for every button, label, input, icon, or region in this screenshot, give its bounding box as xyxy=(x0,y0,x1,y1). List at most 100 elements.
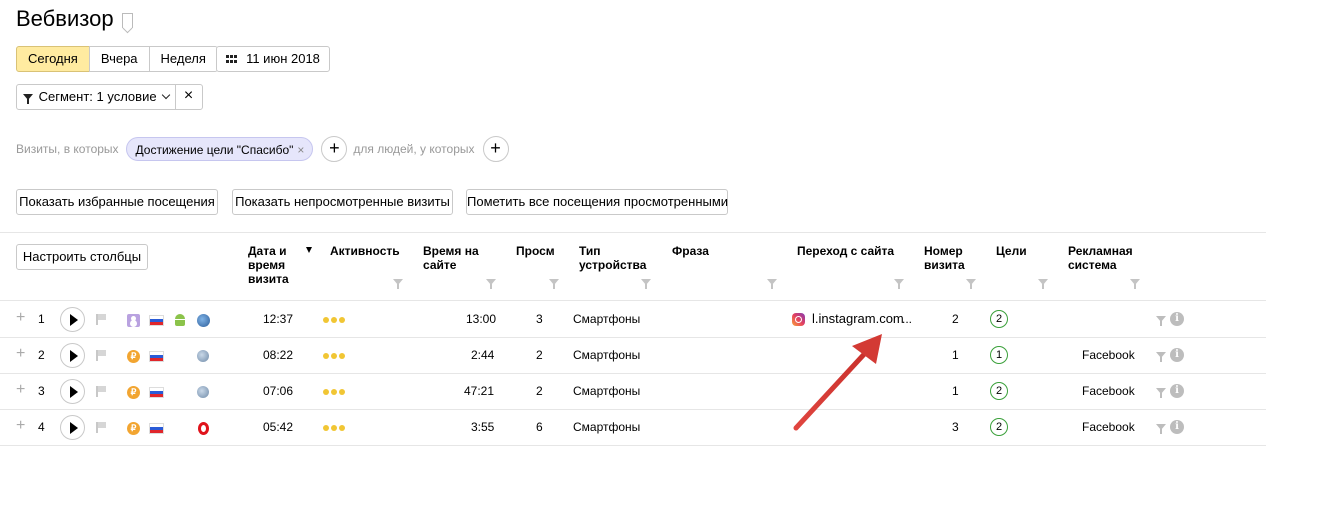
info-icon[interactable]: i xyxy=(1170,384,1184,398)
russia-flag-icon xyxy=(149,351,164,362)
time-on-site: 47:21 xyxy=(464,384,495,398)
filter-icon[interactable] xyxy=(1038,279,1048,289)
expand-icon[interactable]: + xyxy=(16,409,25,443)
conditions-row: Визиты, в которых Достижение цели "Спаси… xyxy=(16,136,509,162)
coin-icon: ₽ xyxy=(127,422,140,435)
expand-icon[interactable]: + xyxy=(16,301,25,335)
header-phrase[interactable]: Фраза xyxy=(672,244,709,258)
visit-number: 2 xyxy=(952,312,959,326)
time-on-site: 13:00 xyxy=(466,312,497,326)
filter-icon[interactable] xyxy=(1156,388,1166,398)
header-ad-system[interactable]: Рекламная система xyxy=(1068,244,1148,272)
activity-indicator xyxy=(323,425,351,431)
divider xyxy=(0,232,1266,233)
period-week-button[interactable]: Неделя xyxy=(148,46,218,72)
visit-time: 08:22 xyxy=(263,348,294,362)
visit-number: 1 xyxy=(952,384,959,398)
period-today-button[interactable]: Сегодня xyxy=(16,46,90,72)
add-people-condition-button[interactable]: + xyxy=(482,136,509,162)
info-icon[interactable]: i xyxy=(1170,420,1184,434)
device-type: Смартфоны xyxy=(573,312,641,326)
show-favorites-button[interactable]: Показать избранные посещения xyxy=(16,189,218,215)
table-row[interactable]: + 3 ₽ 07:06 47:21 2 Смартфоны 1 2 Facebo… xyxy=(0,373,1266,409)
safari-icon xyxy=(197,386,209,398)
filter-icon[interactable] xyxy=(641,279,651,289)
globe-icon xyxy=(197,314,210,327)
visit-time: 07:06 xyxy=(263,384,294,398)
flag-icon[interactable] xyxy=(96,422,106,433)
date-label: 11 июн 2018 xyxy=(246,51,320,66)
header-activity[interactable]: Активность xyxy=(330,244,400,258)
filter-icon[interactable] xyxy=(894,279,904,289)
goals-badge[interactable]: 2 xyxy=(990,418,1008,436)
chip-remove-icon[interactable]: × xyxy=(297,143,304,157)
table-row[interactable]: + 1 12:37 13:00 3 Смартфоны l.instagram.… xyxy=(0,301,1266,337)
time-on-site: 2:44 xyxy=(471,348,495,362)
people-prefix-label: для людей, у которых xyxy=(353,142,475,156)
bookmark-icon[interactable] xyxy=(122,13,133,28)
segment-dropdown[interactable]: Сегмент: 1 условие xyxy=(16,84,176,110)
safari-icon xyxy=(197,350,209,362)
opera-icon xyxy=(198,422,209,435)
header-views[interactable]: Просм xyxy=(516,244,556,258)
views-count: 6 xyxy=(536,420,543,434)
expand-icon[interactable]: + xyxy=(16,337,25,371)
divider xyxy=(0,445,1266,446)
header-time-on-site[interactable]: Время на сайте xyxy=(423,244,493,272)
filter-icon[interactable] xyxy=(1156,352,1166,362)
filter-icon[interactable] xyxy=(393,279,403,289)
filter-icon[interactable] xyxy=(767,279,777,289)
filter-icon[interactable] xyxy=(1156,424,1166,434)
android-icon xyxy=(174,314,186,327)
device-type: Смартфоны xyxy=(573,420,641,434)
header-datetime[interactable]: Дата и время визита xyxy=(248,244,308,286)
filter-icon[interactable] xyxy=(1130,279,1140,289)
activity-indicator xyxy=(323,317,351,323)
configure-columns-button[interactable]: Настроить столбцы xyxy=(16,244,148,270)
filter-icon[interactable] xyxy=(549,279,559,289)
row-number: 3 xyxy=(38,384,45,398)
header-goals[interactable]: Цели xyxy=(996,244,1027,258)
header-device-type[interactable]: Тип устройства xyxy=(579,244,649,272)
visit-number: 1 xyxy=(952,348,959,362)
activity-indicator xyxy=(323,389,351,395)
filter-icon[interactable] xyxy=(1156,316,1166,326)
goals-badge[interactable]: 1 xyxy=(990,346,1008,364)
goals-badge[interactable]: 2 xyxy=(990,382,1008,400)
add-visit-condition-button[interactable]: + xyxy=(321,136,348,162)
user-icon xyxy=(127,314,140,327)
referrer-more[interactable]: ... xyxy=(902,301,912,337)
mark-all-viewed-button[interactable]: Пометить все посещения просмотренными xyxy=(466,189,728,215)
ad-system: Facebook xyxy=(1082,348,1135,362)
flag-icon[interactable] xyxy=(96,350,106,361)
header-referrer[interactable]: Переход с сайта xyxy=(797,244,894,258)
ad-system: Facebook xyxy=(1082,420,1135,434)
segment-clear-button[interactable]: × xyxy=(174,84,203,110)
expand-icon[interactable]: + xyxy=(16,373,25,407)
play-button[interactable] xyxy=(60,343,85,368)
header-visit-number[interactable]: Номер визита xyxy=(924,244,974,272)
visit-time: 12:37 xyxy=(263,312,294,326)
russia-flag-icon xyxy=(149,315,164,326)
play-button[interactable] xyxy=(60,307,85,332)
goal-condition-chip[interactable]: Достижение цели "Спасибо" × xyxy=(125,137,314,161)
date-picker-button[interactable]: 11 июн 2018 xyxy=(216,46,330,72)
table-row[interactable]: + 4 ₽ 05:42 3:55 6 Смартфоны 3 2 Faceboo… xyxy=(0,409,1266,445)
play-button[interactable] xyxy=(60,415,85,440)
coin-icon: ₽ xyxy=(127,386,140,399)
filter-icon[interactable] xyxy=(966,279,976,289)
filter-icon[interactable] xyxy=(486,279,496,289)
info-icon[interactable]: i xyxy=(1170,348,1184,362)
russia-flag-icon xyxy=(149,387,164,398)
views-count: 2 xyxy=(536,348,543,362)
goals-badge[interactable]: 2 xyxy=(990,310,1008,328)
row-number: 1 xyxy=(38,312,45,326)
flag-icon[interactable] xyxy=(96,314,106,325)
play-button[interactable] xyxy=(60,379,85,404)
period-yesterday-button[interactable]: Вчера xyxy=(88,46,150,72)
info-icon[interactable]: i xyxy=(1170,312,1184,326)
sort-desc-icon[interactable] xyxy=(306,247,312,253)
flag-icon[interactable] xyxy=(96,386,106,397)
show-unviewed-button[interactable]: Показать непросмотренные визиты xyxy=(232,189,453,215)
table-row[interactable]: + 2 ₽ 08:22 2:44 2 Смартфоны 1 1 Faceboo… xyxy=(0,337,1266,373)
